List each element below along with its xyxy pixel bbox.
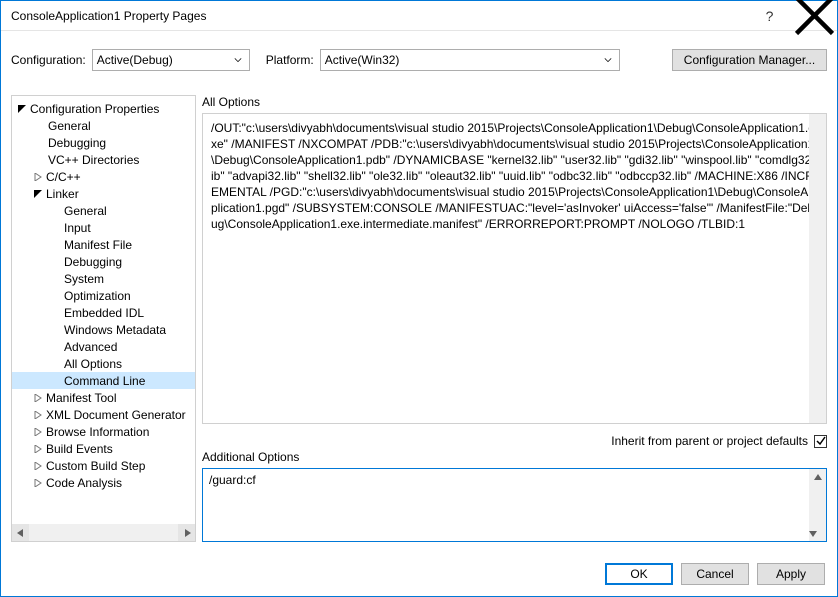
ok-button[interactable]: OK <box>605 563 673 585</box>
tree-item-linker-optimization[interactable]: Optimization <box>12 287 195 304</box>
scroll-left-icon[interactable] <box>12 524 29 541</box>
all-options-scrollbar[interactable] <box>809 114 826 423</box>
additional-options-scrollbar[interactable] <box>809 469 826 541</box>
tree-root-config-properties[interactable]: Configuration Properties <box>12 100 195 117</box>
titlebar: ConsoleApplication1 Property Pages ? <box>1 1 837 31</box>
check-icon <box>816 436 826 446</box>
additional-options-value: /guard:cf <box>209 473 256 487</box>
inherit-label: Inherit from parent or project defaults <box>611 434 808 448</box>
platform-dropdown[interactable]: Active(Win32) <box>320 49 620 71</box>
additional-options-label: Additional Options <box>202 450 827 464</box>
close-button[interactable] <box>792 1 837 31</box>
tree-item-build-events[interactable]: Build Events <box>12 440 195 457</box>
window-title: ConsoleApplication1 Property Pages <box>11 9 747 23</box>
scroll-down-icon[interactable] <box>809 524 817 541</box>
tree-item-linker-debugging[interactable]: Debugging <box>12 253 195 270</box>
tree-item-linker-command-line[interactable]: Command Line <box>12 372 195 389</box>
additional-options-textbox[interactable]: /guard:cf <box>202 468 827 542</box>
tree-item-linker-advanced[interactable]: Advanced <box>12 338 195 355</box>
tree-collapsed-icon <box>32 479 44 487</box>
tree-item-linker-windows-metadata[interactable]: Windows Metadata <box>12 321 195 338</box>
all-options-text: /OUT:"c:\users\divyabh\documents\visual … <box>211 121 817 231</box>
tree-horizontal-scrollbar[interactable] <box>12 524 195 541</box>
scroll-right-icon[interactable] <box>178 524 195 541</box>
right-panel: All Options /OUT:"c:\users\divyabh\docum… <box>202 95 827 542</box>
all-options-textbox[interactable]: /OUT:"c:\users\divyabh\documents\visual … <box>202 113 827 424</box>
tree-collapsed-icon <box>32 428 44 436</box>
inherit-checkbox[interactable] <box>814 435 827 448</box>
scroll-up-icon[interactable] <box>809 469 826 486</box>
tree-item-linker[interactable]: Linker <box>12 185 195 202</box>
tree-item-custom-build-step[interactable]: Custom Build Step <box>12 457 195 474</box>
tree-collapsed-icon <box>32 445 44 453</box>
tree-expanded-icon <box>32 190 44 198</box>
property-pages-window: ConsoleApplication1 Property Pages ? Con… <box>0 0 838 597</box>
configuration-manager-button[interactable]: Configuration Manager... <box>672 49 827 71</box>
tree-item-vcpp-directories[interactable]: VC++ Directories <box>12 151 195 168</box>
tree-item-linker-system[interactable]: System <box>12 270 195 287</box>
config-row: Configuration: Active(Debug) Platform: A… <box>1 43 837 77</box>
tree-item-ccpp[interactable]: C/C++ <box>12 168 195 185</box>
platform-value: Active(Win32) <box>325 53 400 67</box>
configuration-dropdown[interactable]: Active(Debug) <box>92 49 250 71</box>
tree-item-linker-input[interactable]: Input <box>12 219 195 236</box>
tree-item-linker-manifest-file[interactable]: Manifest File <box>12 236 195 253</box>
tree-collapsed-icon <box>32 173 44 181</box>
tree-item-code-analysis[interactable]: Code Analysis <box>12 474 195 491</box>
tree-item-manifest-tool[interactable]: Manifest Tool <box>12 389 195 406</box>
configuration-label: Configuration: <box>11 53 86 67</box>
apply-button[interactable]: Apply <box>757 563 825 585</box>
tree-item-linker-all-options[interactable]: All Options <box>12 355 195 372</box>
nav-tree: Configuration Properties General Debuggi… <box>11 95 196 542</box>
help-button[interactable]: ? <box>747 1 792 31</box>
chevron-down-icon <box>229 50 247 70</box>
tree-collapsed-icon <box>32 462 44 470</box>
tree-item-general[interactable]: General <box>12 117 195 134</box>
tree-item-xml-doc-generator[interactable]: XML Document Generator <box>12 406 195 423</box>
dialog-footer: OK Cancel Apply <box>1 552 837 596</box>
tree-expanded-icon <box>16 105 28 113</box>
cancel-button[interactable]: Cancel <box>681 563 749 585</box>
all-options-label: All Options <box>202 95 827 109</box>
configuration-value: Active(Debug) <box>97 53 173 67</box>
tree-item-linker-general[interactable]: General <box>12 202 195 219</box>
tree-collapsed-icon <box>32 411 44 419</box>
tree-item-debugging[interactable]: Debugging <box>12 134 195 151</box>
tree-collapsed-icon <box>32 394 44 402</box>
platform-label: Platform: <box>266 53 314 67</box>
tree-item-browse-information[interactable]: Browse Information <box>12 423 195 440</box>
chevron-down-icon <box>599 50 617 70</box>
tree-item-linker-embedded-idl[interactable]: Embedded IDL <box>12 304 195 321</box>
